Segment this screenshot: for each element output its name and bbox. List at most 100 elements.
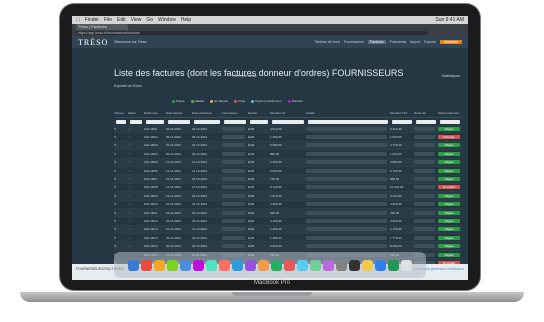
table-row[interactable]: ✎ ✓ FAC-0013 27.11.2023 27.12.2023 EUR 2 250,0… [114, 225, 462, 235]
dock-app-icon[interactable] [167, 259, 178, 271]
column-filter-input[interactable] [224, 119, 246, 124]
table-row[interactable]: ✎ ✓ FAC-0015 30.11.2023 30.12.2023 EUR 6 900,0… [114, 242, 462, 251]
statistics-link[interactable]: Statistiques [442, 74, 460, 78]
edit-icon[interactable]: ✎ [114, 152, 128, 156]
column-filter-input[interactable] [130, 119, 142, 124]
menu-edit[interactable]: Edit [117, 17, 126, 23]
table-row[interactable]: ✎ ✓ FAC-0004 09.11.2023 09.12.2023 EUR 860,00 1… [114, 150, 462, 159]
legend-item[interactable]: Litige [234, 99, 245, 103]
edit-icon[interactable]: ✎ [114, 227, 128, 231]
dock-app-icon[interactable] [180, 259, 191, 271]
column-header[interactable]: Montant TTC [390, 111, 414, 115]
dock-app-icon[interactable] [297, 259, 308, 271]
legend-item[interactable]: Validée [190, 99, 204, 103]
address-input[interactable]: https://app.treso.fr/fournisseurs/factur… [76, 31, 428, 35]
nav-import[interactable]: Import [410, 40, 420, 44]
dock-app-icon[interactable] [323, 259, 334, 271]
table-row[interactable]: ✎ ✓ FAC-0003 07.11.2023 07.12.2023 EUR 3 980,0… [114, 141, 462, 151]
edit-icon[interactable]: ✎ [114, 127, 128, 131]
dock-app-icon[interactable] [401, 259, 412, 271]
column-header[interactable]: Statut [128, 111, 144, 115]
column-filter-input[interactable] [194, 119, 220, 124]
apple-icon[interactable]:  [76, 17, 80, 23]
app-logo[interactable]: TRÉSO [72, 38, 108, 47]
status-filter[interactable]: Filtrer par statut [232, 74, 257, 78]
edit-icon[interactable]: ✎ [114, 244, 128, 248]
edit-icon[interactable]: ✎ [114, 143, 128, 147]
nav-exports[interactable]: Exports [424, 40, 436, 44]
menu-help[interactable]: Help [181, 17, 191, 23]
edit-icon[interactable]: ✎ [114, 202, 128, 206]
column-header[interactable]: Fournisseur [222, 111, 248, 115]
column-header[interactable]: Date échéance [192, 111, 222, 115]
dock-app-icon[interactable] [141, 259, 152, 271]
dock-app-icon[interactable] [336, 259, 347, 271]
edit-icon[interactable]: ✎ [114, 211, 128, 215]
table-row[interactable]: ✎ ✓ FAC-0014 29.11.2023 29.12.2023 EUR 1 480,0… [114, 234, 462, 243]
legend-item[interactable]: Refusée [287, 99, 303, 103]
column-filter-input[interactable] [146, 119, 164, 124]
column-header[interactable]: Devise [248, 111, 270, 115]
legend-item[interactable]: Payée partiellement [251, 99, 282, 103]
dock-app-icon[interactable] [362, 259, 373, 271]
edit-icon[interactable]: ✎ [114, 194, 128, 198]
dock-app-icon[interactable] [206, 259, 217, 271]
export-excel-button[interactable]: Exporter en Excel [114, 84, 142, 88]
edit-icon[interactable]: ✎ [114, 236, 128, 240]
dock-app-icon[interactable] [232, 259, 243, 271]
table-row[interactable]: ✎ ✓ FAC-0002 05.11.2023 05.12.2023 EUR 1 250,0… [114, 133, 462, 142]
table-row[interactable]: ✎ ✓ FAC-0005 12.11.2023 12.12.2023 EUR 2 400,0… [114, 158, 462, 167]
dock-app-icon[interactable] [310, 259, 321, 271]
column-filter-input[interactable] [116, 119, 126, 124]
table-row[interactable]: ✎ ✓ FAC-0007 15.11.2023 15.12.2023 EUR 740,00 8… [114, 175, 462, 184]
edit-icon[interactable]: ✎ [114, 169, 128, 173]
browser-tab[interactable]: Tréso | Factures [76, 24, 128, 30]
column-filter-input[interactable] [308, 119, 388, 124]
edit-icon[interactable]: ✎ [114, 219, 128, 223]
edit-icon[interactable]: ✎ [114, 135, 128, 139]
dock-app-icon[interactable] [245, 259, 256, 271]
edit-icon[interactable]: ✎ [114, 177, 128, 181]
table-row[interactable]: ✎ ✓ FAC-0009 19.11.2023 19.12.2023 EUR 1 870,0… [114, 192, 462, 201]
legend-item[interactable]: Payée [172, 99, 185, 103]
dock-app-icon[interactable] [284, 259, 295, 271]
table-row[interactable]: ✎ ✓ FAC-0010 21.11.2023 21.12.2023 EUR 3 300,0… [114, 201, 462, 209]
dock-app-icon[interactable] [349, 259, 360, 271]
column-header[interactable]: Libellé [306, 111, 390, 115]
column-header[interactable]: Actions [114, 111, 128, 115]
column-header[interactable]: Montant HT [270, 111, 306, 115]
column-header[interactable]: Date facture [166, 111, 192, 115]
legend-item[interactable]: En attente [210, 99, 228, 103]
table-row[interactable]: ✎ ✓ FAC-0012 25.11.2023 25.12.2023 EUR 4 100,0… [114, 217, 462, 226]
nav-invoices[interactable]: Factures [368, 40, 386, 44]
menu-go[interactable]: Go [146, 17, 153, 23]
column-filter-input[interactable] [416, 119, 436, 124]
nav-payments[interactable]: Paiements [390, 40, 407, 44]
column-filter-input[interactable] [168, 119, 190, 124]
column-filter-input[interactable] [440, 119, 460, 124]
menu-view[interactable]: View [131, 17, 142, 23]
dock-app-icon[interactable] [128, 259, 139, 271]
dock-app-icon[interactable] [219, 259, 230, 271]
edit-icon[interactable]: ✎ [114, 160, 128, 164]
column-filter-input[interactable] [250, 119, 268, 124]
menu-finder[interactable]: Finder [85, 17, 99, 23]
dock-app-icon[interactable] [388, 259, 399, 271]
dock-app-icon[interactable] [154, 259, 165, 271]
dock-app-icon[interactable] [375, 259, 386, 271]
dock-app-icon[interactable] [258, 259, 269, 271]
menu-file[interactable]: File [104, 17, 112, 23]
column-filter-input[interactable] [272, 119, 304, 124]
new-button[interactable]: Nouveau [439, 40, 462, 44]
table-row[interactable]: ✎ ✓ FAC-0001 02.11.2023 02.12.2023 EUR 4 512,0… [114, 125, 462, 134]
nav-dashboard[interactable]: Tableau de bord [315, 40, 340, 44]
menu-window[interactable]: Window [158, 17, 176, 23]
column-header[interactable]: Référence [144, 111, 166, 115]
column-filter-input[interactable] [392, 119, 412, 124]
dock-app-icon[interactable] [193, 259, 204, 271]
table-row[interactable]: ✎ ✓ FAC-0006 14.11.2023 14.12.2023 EUR 5 600,0… [114, 167, 462, 176]
edit-icon[interactable]: ✎ [114, 185, 128, 189]
table-row[interactable]: ✎ ✓ FAC-0008 17.11.2023 17.12.2023 EUR 9 120,0… [114, 184, 462, 193]
table-row[interactable]: ✎ ✓ FAC-0011 23.11.2023 23.12.2023 EUR 650,00 7… [114, 208, 462, 218]
column-header[interactable]: Reste dû [414, 111, 438, 115]
